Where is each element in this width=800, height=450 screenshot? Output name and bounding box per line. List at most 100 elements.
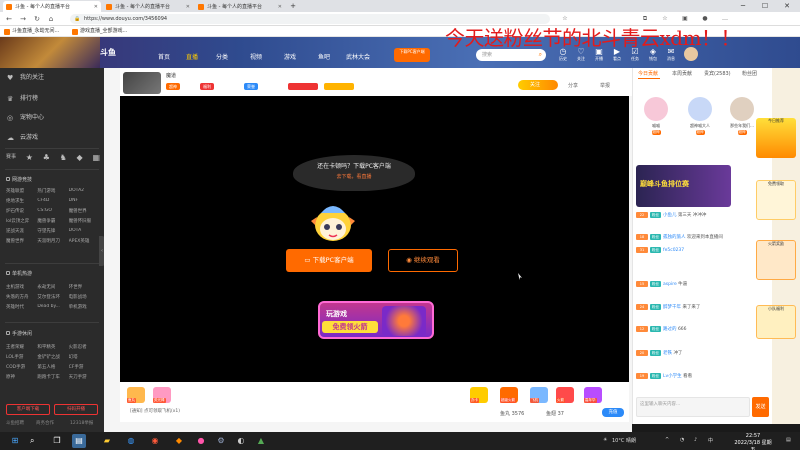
forward-icon[interactable]: →: [18, 14, 28, 24]
chat-message[interactable]: 18 粉丝 孤独的旅人 欢迎来到本直播间: [636, 233, 768, 243]
task-view-icon[interactable]: ❐: [50, 434, 64, 448]
share-button[interactable]: 分享: [568, 82, 578, 89]
back-icon[interactable]: ←: [4, 14, 14, 24]
send-button[interactable]: 发送: [752, 397, 769, 417]
nav-category[interactable]: 分类: [216, 52, 228, 61]
sidebar-game-link[interactable]: 王者荣耀: [6, 344, 37, 350]
promo-card[interactable]: 今日推荐: [756, 118, 796, 158]
sidebar-game-link[interactable]: 绝地求生: [6, 198, 37, 204]
tab-week[interactable]: 本周贡献: [672, 70, 692, 77]
video-player[interactable]: [120, 96, 629, 382]
app-icon[interactable]: ●: [194, 434, 208, 448]
download-pc-client-button[interactable]: 下载PC客户端: [394, 48, 430, 62]
sidebar-game-link[interactable]: 英雄时代: [6, 304, 37, 310]
new-tab-button[interactable]: +: [286, 0, 300, 12]
sidebar-game-link[interactable]: 跑跑卡丁车: [37, 374, 68, 380]
sidebar-game-link[interactable]: lol云顶之弈: [6, 218, 37, 224]
notification-icon[interactable]: ▤: [786, 437, 791, 443]
home-icon[interactable]: ⌂: [46, 14, 56, 24]
browser-tab-2[interactable]: 斗鱼 - 每个人的直播平台 ✕: [103, 1, 193, 12]
sidebar-game-link[interactable]: CS:GO: [37, 208, 68, 214]
sidebar-game-link[interactable]: 炉石传说: [6, 208, 37, 214]
sidebar-game-link[interactable]: 英雄联盟: [6, 188, 37, 194]
chat-username[interactable]: Lv小学生: [663, 374, 682, 379]
knight-icon[interactable]: ♞: [60, 153, 67, 162]
footer-link-jobs[interactable]: 斗鱼招聘: [6, 420, 24, 426]
chat-message[interactable]: 19 粉丝 Lv小学生 看看: [636, 372, 768, 382]
sidebar-game-link[interactable]: CF手游: [69, 364, 100, 370]
sidebar-game-link[interactable]: CF4D: [37, 198, 68, 204]
sidebar-game-link[interactable]: DOTA: [69, 228, 100, 234]
room-tag[interactable]: 福利: [200, 83, 214, 90]
contributor-1[interactable]: 喵喵 超神: [642, 97, 670, 135]
sidebar-game-link[interactable]: 和平精英: [37, 344, 68, 350]
chat-username[interactable]: 老铁: [663, 351, 672, 356]
browser-tab-1[interactable]: 斗鱼 - 每个人的直播平台 ✕: [3, 1, 101, 12]
footer-link-business[interactable]: 商务合作: [36, 420, 54, 426]
close-tab-icon[interactable]: ✕: [94, 4, 98, 10]
sidebar-game-link[interactable]: DOTA2: [69, 188, 100, 194]
douyu-logo[interactable]: 斗鱼: [100, 44, 140, 62]
streamer-avatar[interactable]: [123, 72, 161, 94]
reload-icon[interactable]: ↻: [32, 14, 42, 24]
tab-today[interactable]: 今日贡献: [638, 70, 658, 77]
contributor-3[interactable]: 那些年我们... 超神: [728, 97, 756, 135]
tray-expand-icon[interactable]: ^: [665, 437, 669, 443]
tab-vip[interactable]: 贵宾(2583): [704, 70, 731, 77]
club-icon[interactable]: ♣: [43, 153, 50, 162]
browser-tab-3[interactable]: 斗鱼 - 每个人的直播平台 ✕: [195, 1, 285, 12]
app-icon[interactable]: ▲: [254, 434, 268, 448]
sidebar-item-cloud-game[interactable]: ☁ 云游戏: [0, 128, 104, 148]
sidebar-game-link[interactable]: COD手游: [6, 364, 37, 370]
recharge-button[interactable]: 充值: [602, 408, 624, 417]
sidebar-game-link[interactable]: 魔兽怀旧服: [69, 218, 100, 224]
edge-browser-icon[interactable]: ◍: [124, 434, 138, 448]
chat-username[interactable]: aspire: [663, 282, 677, 287]
minimize-icon[interactable]: ─: [732, 0, 754, 12]
nav-games[interactable]: 游戏: [284, 52, 296, 61]
sidebar-game-link[interactable]: 魔兽世界: [69, 208, 100, 214]
bookmark-1[interactable]: 斗鱼直播_永劫无间...: [4, 27, 59, 36]
chat-message[interactable]: 24 粉丝 醉梦千年 来了来了: [636, 303, 768, 313]
sidebar-game-link[interactable]: 失落的方舟: [6, 294, 37, 300]
chat-username[interactable]: 路过的: [663, 327, 677, 332]
sidebar-game-link[interactable]: 环世界: [69, 284, 100, 290]
report-button[interactable]: 举报: [600, 82, 610, 89]
sidebar-game-link[interactable]: 天涯明月刀: [37, 238, 68, 244]
promo-card[interactable]: 小队福利: [756, 305, 796, 339]
chat-message[interactable]: 20 粉丝 老铁 冲了: [636, 349, 768, 359]
nav-live[interactable]: 直播: [186, 52, 198, 61]
streamer-name[interactable]: 魔道: [166, 72, 176, 79]
taskbar-clock[interactable]: 22:57 2022/3/18 星期五: [733, 433, 773, 450]
maximize-icon[interactable]: ☐: [754, 0, 776, 12]
chat-message[interactable]: 15 粉丝 aspire 牛逼: [636, 280, 768, 290]
nav-home[interactable]: 首页: [158, 52, 170, 61]
promo-card[interactable]: 免费领取: [756, 180, 796, 220]
contributor-2[interactable]: 超神喵大人 超神: [686, 97, 714, 135]
sidebar-game-link[interactable]: APEX英雄: [69, 238, 100, 244]
chat-username[interactable]: 小鱼儿: [663, 213, 677, 218]
sidebar-item-following[interactable]: ♥ 我的关注: [0, 68, 104, 88]
room-tag-badge[interactable]: [324, 83, 354, 90]
rank-event-banner[interactable]: 巅峰斗鱼排位赛: [636, 165, 731, 207]
search-icon[interactable]: ⌕: [30, 434, 42, 448]
sidebar-game-link[interactable]: LOL手游: [6, 354, 37, 360]
network-icon[interactable]: ◔: [680, 437, 684, 443]
room-tag-badge[interactable]: [288, 83, 318, 90]
sidebar-game-link[interactable]: 天刀手游: [69, 374, 100, 380]
client-download-button[interactable]: 客户端下载: [6, 404, 50, 415]
download-pc-client-video-button[interactable]: ▭ 下载PC客户端: [286, 249, 372, 272]
sidebar-game-link[interactable]: 主机游戏: [6, 284, 37, 290]
sidebar-game-link[interactable]: 热门游戏: [37, 188, 68, 194]
steam-icon[interactable]: ⚙: [214, 434, 228, 448]
app-icon[interactable]: ◉: [148, 434, 162, 448]
chat-username[interactable]: fe5c0237: [663, 248, 684, 253]
sidebar-game-link[interactable]: 第五人格: [37, 364, 68, 370]
chat-input[interactable]: 这里输入聊天内容...: [636, 397, 750, 417]
tab-fans[interactable]: 粉丝团: [742, 70, 757, 77]
continue-watching-button[interactable]: ◉ 继续观看: [388, 249, 458, 272]
douyu-app-icon[interactable]: ◆: [172, 434, 186, 448]
sidebar-game-link[interactable]: 守望先锋: [37, 228, 68, 234]
footer-link-report[interactable]: 12318举报: [70, 420, 93, 426]
sidebar-item-ranking[interactable]: ♛ 排行榜: [0, 89, 104, 109]
